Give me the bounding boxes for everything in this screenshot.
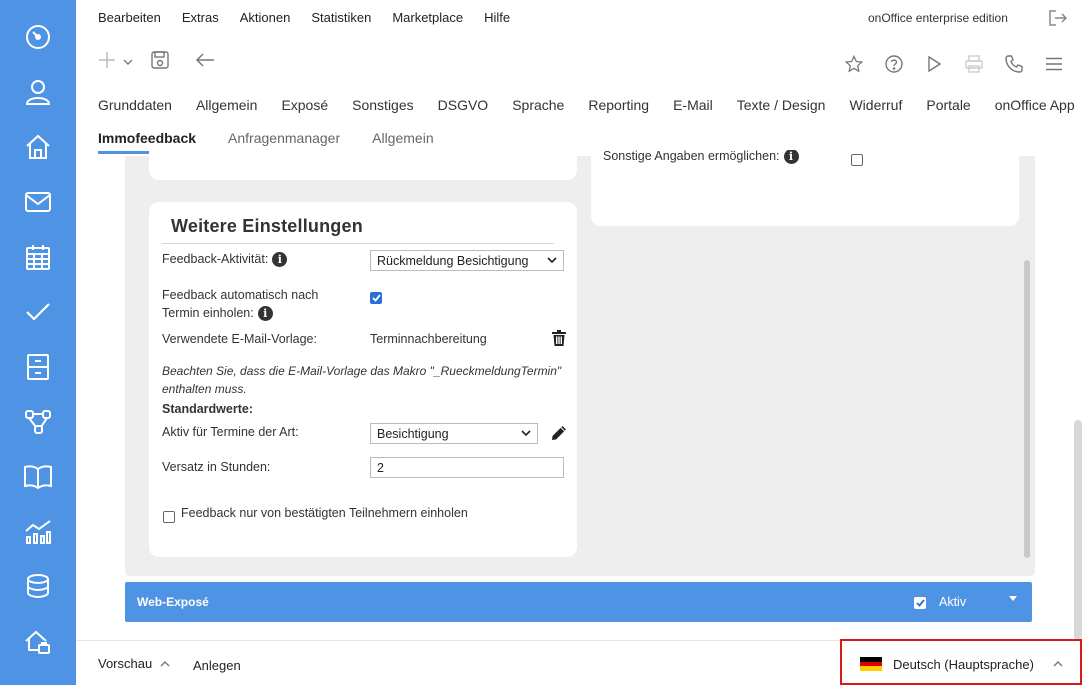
add-icon[interactable] (97, 50, 117, 70)
checkmark-icon[interactable] (22, 296, 54, 328)
settings-title: Weitere Einstellungen (171, 216, 363, 236)
chevron-up-icon (1053, 661, 1063, 667)
print-icon[interactable] (963, 53, 985, 75)
active-for-label: Aktiv für Termine der Art: (162, 425, 299, 439)
tab-grunddaten[interactable]: Grunddaten (98, 97, 172, 113)
save-icon[interactable] (150, 50, 170, 70)
book-icon[interactable] (22, 461, 54, 493)
panel-scrollbar[interactable] (1024, 260, 1030, 558)
tab-dsgvo[interactable]: DSGVO (438, 97, 489, 113)
help-icon[interactable] (883, 53, 905, 75)
auto-feedback-label-line2: Termin einholen: (162, 306, 254, 320)
right-card: Sonstige Angaben ermöglichen: i (591, 150, 1019, 226)
email-template-value: Terminnachbereitung (370, 332, 487, 346)
menu-marketplace[interactable]: Marketplace (392, 10, 463, 30)
coins-icon[interactable] (22, 571, 54, 603)
confirmed-only-checkbox[interactable] (163, 511, 175, 523)
tab-anfragenmanager[interactable]: Anfragenmanager (228, 130, 340, 152)
email-template-note: Beachten Sie, dass die E-Mail-Vorlage da… (162, 364, 562, 396)
mail-icon[interactable] (22, 186, 54, 218)
tab-email[interactable]: E-Mail (673, 97, 713, 113)
other-details-label: Sonstige Angaben ermöglichen: (603, 150, 780, 163)
house-icon[interactable] (22, 131, 54, 163)
feedback-activity-select[interactable]: Rückmeldung Besichtigung (370, 250, 564, 271)
chevron-down-icon[interactable] (122, 56, 134, 68)
email-template-label: Verwendete E-Mail-Vorlage: (162, 332, 317, 346)
sidebar (0, 0, 76, 685)
language-selector[interactable]: Deutsch (Hauptsprache) (840, 639, 1082, 685)
menu-bearbeiten[interactable]: Bearbeiten (98, 10, 161, 30)
cabinet-icon[interactable] (22, 351, 54, 383)
feedback-activity-value: Rückmeldung Besichtigung (377, 253, 529, 268)
active-for-value: Besichtigung (377, 426, 449, 441)
upper-left-card (149, 150, 577, 180)
defaults-heading: Standardwerte: (162, 402, 253, 416)
tab-allgemein[interactable]: Allgemein (196, 97, 257, 113)
info-icon[interactable]: i (257, 306, 273, 322)
secondary-tabs: Immofeedback Anfragenmanager Allgemein (98, 130, 466, 154)
tab-portale[interactable]: Portale (926, 97, 970, 113)
chevron-down-icon (547, 257, 557, 264)
tab-sonstiges[interactable]: Sonstiges (352, 97, 413, 113)
menu-extras[interactable]: Extras (182, 10, 219, 30)
tab-texte-design[interactable]: Texte / Design (737, 97, 826, 113)
web-expose-title: Web-Exposé (137, 595, 209, 609)
back-arrow-icon[interactable] (194, 50, 216, 70)
feedback-activity-label: Feedback-Aktivität: (162, 252, 269, 266)
web-expose-section[interactable]: Web-Exposé Aktiv (125, 582, 1032, 622)
logout-icon[interactable] (1048, 9, 1068, 27)
workflow-icon[interactable] (22, 406, 54, 438)
hamburger-menu-icon[interactable] (1043, 53, 1065, 75)
auto-feedback-label-line1: Feedback automatisch nach (162, 288, 319, 302)
menu-statistiken[interactable]: Statistiken (311, 10, 371, 30)
web-expose-active-checkbox[interactable] (914, 597, 926, 609)
divider (162, 243, 554, 244)
play-icon[interactable] (923, 53, 945, 75)
info-icon[interactable]: i (272, 252, 288, 268)
phone-icon[interactable] (1003, 53, 1025, 75)
property-management-icon[interactable] (22, 626, 54, 658)
other-details-checkbox[interactable] (851, 154, 863, 166)
preview-button[interactable]: Vorschau (98, 656, 170, 671)
tab-onoffice-app[interactable]: onOffice App (995, 97, 1075, 113)
info-icon[interactable]: i (783, 150, 799, 165)
primary-tabs: Grunddaten Allgemein Exposé Sonstiges DS… (98, 97, 1075, 113)
menu-hilfe[interactable]: Hilfe (484, 10, 510, 30)
chevron-up-icon (160, 661, 170, 667)
preview-label: Vorschau (98, 656, 153, 671)
tab-immofeedback[interactable]: Immofeedback (98, 130, 197, 154)
pencil-icon[interactable] (550, 424, 568, 442)
chevron-down-icon (521, 430, 531, 437)
star-icon[interactable] (843, 53, 865, 75)
check-icon (371, 294, 381, 302)
create-button[interactable]: Anlegen (193, 658, 241, 673)
trash-icon[interactable] (550, 329, 568, 347)
tab-expose[interactable]: Exposé (281, 97, 328, 113)
menu-aktionen[interactable]: Aktionen (240, 10, 291, 30)
dashboard-icon[interactable] (22, 21, 54, 53)
confirmed-only-label: Feedback nur von bestätigten Teilnehmern… (181, 506, 468, 520)
page-scrollbar[interactable] (1074, 420, 1082, 640)
user-icon[interactable] (22, 76, 54, 108)
tab-reporting[interactable]: Reporting (588, 97, 649, 113)
offset-label: Versatz in Stunden: (162, 460, 271, 474)
tab-widerruf[interactable]: Widerruf (849, 97, 902, 113)
language-label: Deutsch (Hauptsprache) (893, 657, 1034, 672)
main-menu: Bearbeiten Extras Aktionen Statistiken M… (98, 10, 531, 30)
german-flag-icon (860, 657, 882, 671)
tab-sprache[interactable]: Sprache (512, 97, 564, 113)
offset-input[interactable]: 2 (370, 457, 564, 478)
web-expose-active-label: Aktiv (939, 595, 967, 609)
caret-down-icon[interactable] (1009, 596, 1017, 601)
edition-label: onOffice enterprise edition (868, 11, 1008, 25)
check-icon (915, 599, 925, 607)
active-for-select[interactable]: Besichtigung (370, 423, 538, 444)
tab-allgemein-secondary[interactable]: Allgemein (372, 130, 433, 152)
calendar-icon[interactable] (22, 241, 54, 273)
offset-value: 2 (377, 460, 384, 475)
statistics-icon[interactable] (22, 516, 54, 548)
auto-feedback-checkbox[interactable] (370, 292, 382, 304)
